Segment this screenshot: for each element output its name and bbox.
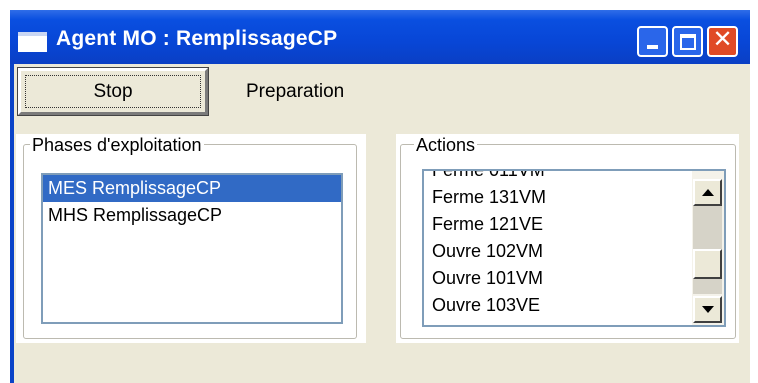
client-area: Stop Preparation Phases d'exploitation M… [14, 64, 750, 383]
phases-groupbox: Phases d'exploitation MES RemplissageCP … [16, 134, 366, 343]
action-item[interactable]: Ouvre 101VM [432, 265, 662, 292]
stop-button[interactable]: Stop [17, 67, 209, 116]
window-icon [18, 32, 47, 52]
minimize-icon [647, 45, 658, 49]
scroll-thumb[interactable] [693, 249, 722, 279]
close-icon: ✕ [712, 25, 733, 53]
phase-item-mes[interactable]: MES RemplissageCP [43, 175, 341, 202]
app-window: Agent MO : RemplissageCP ✕ Stop Preparat… [10, 10, 750, 383]
arrow-down-icon [702, 306, 714, 313]
action-item[interactable]: Ferme 011VM [432, 171, 662, 184]
arrow-up-icon [702, 189, 714, 196]
phases-legend: Phases d'exploitation [30, 135, 204, 156]
window-title: Agent MO : RemplissageCP [56, 27, 338, 50]
action-item[interactable]: Ferme 121VE [432, 211, 662, 238]
actions-list: Ferme 011VM Ferme 131VM Ferme 121VE Ouvr… [432, 171, 662, 319]
scroll-down-button[interactable] [693, 296, 722, 323]
actions-scrollbar[interactable] [692, 171, 724, 325]
scroll-up-button[interactable] [693, 179, 722, 206]
maximize-button[interactable] [672, 26, 703, 57]
action-item[interactable]: Ouvre 103VE [432, 292, 662, 319]
title-bar[interactable]: Agent MO : RemplissageCP ✕ [10, 10, 750, 64]
actions-listbox[interactable]: Ferme 011VM Ferme 131VM Ferme 121VE Ouvr… [422, 169, 726, 327]
stop-button-label: Stop [93, 81, 133, 102]
phase-item-mhs[interactable]: MHS RemplissageCP [43, 202, 341, 229]
action-item[interactable]: Ferme 131VM [432, 184, 662, 211]
close-button[interactable]: ✕ [707, 25, 738, 57]
phases-listbox[interactable]: MES RemplissageCP MHS RemplissageCP [41, 173, 343, 324]
action-item[interactable]: Ouvre 102VM [432, 238, 662, 265]
actions-groupbox: Actions Ferme 011VM Ferme 131VM Ferme 12… [396, 134, 739, 343]
maximize-icon [680, 34, 696, 50]
minimize-button[interactable] [637, 26, 668, 57]
actions-legend: Actions [414, 135, 478, 156]
status-label: Preparation [246, 81, 345, 102]
